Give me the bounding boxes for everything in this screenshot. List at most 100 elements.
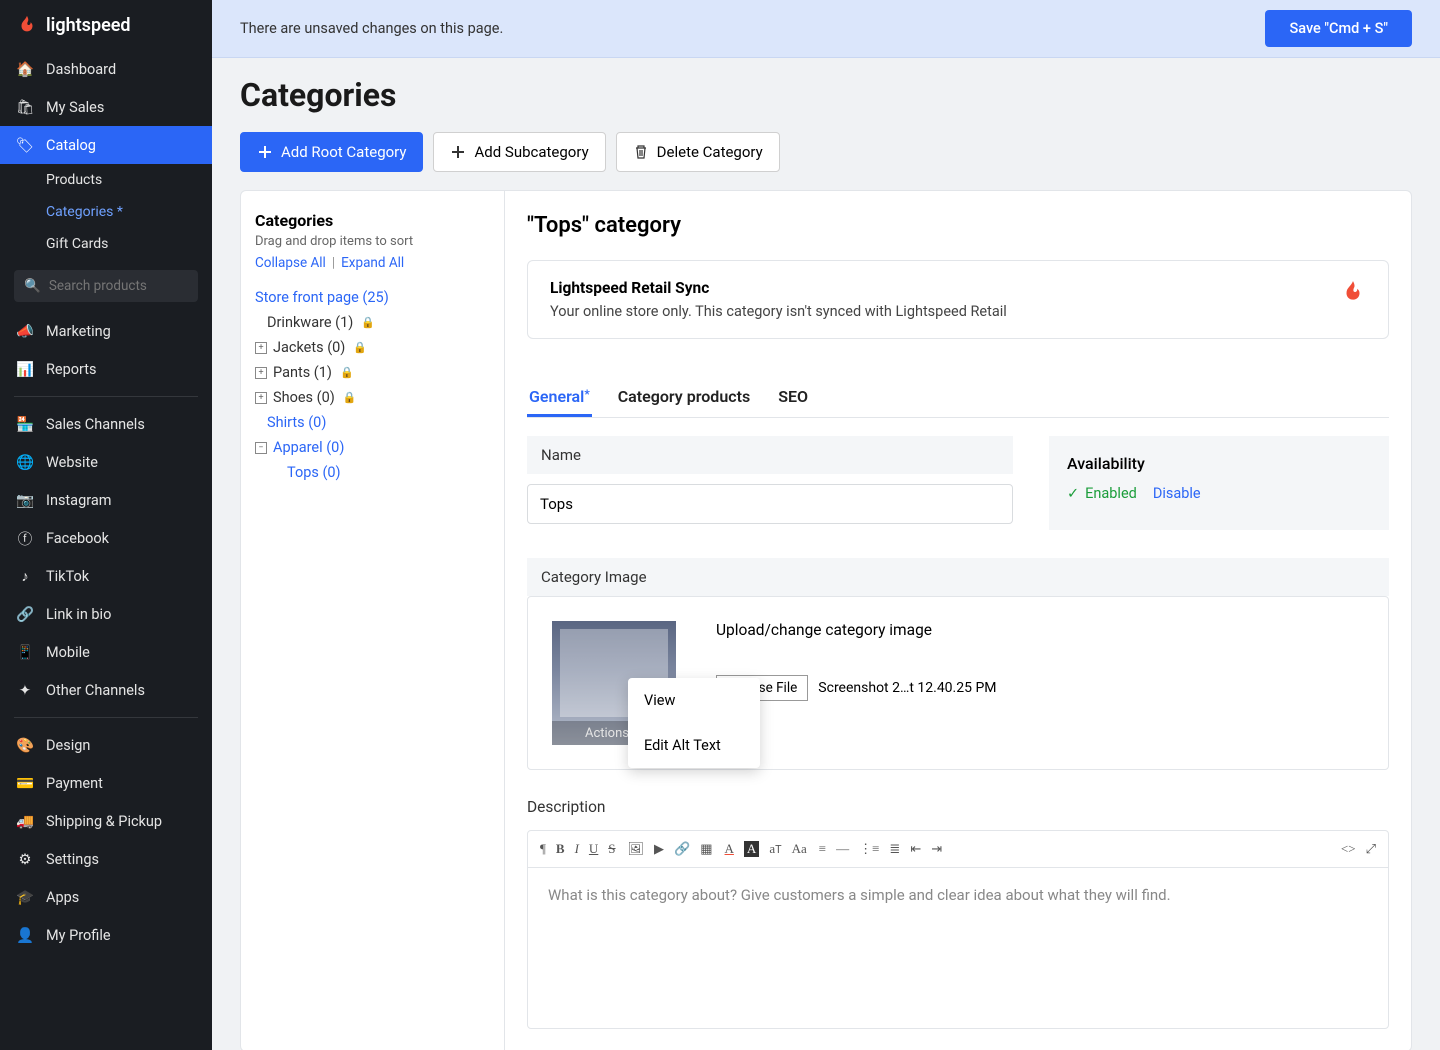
- nav-tiktok[interactable]: ♪TikTok: [0, 557, 212, 595]
- category-details: "Tops" category Lightspeed Retail Sync Y…: [505, 191, 1411, 1050]
- brand-logo: lightspeed: [0, 0, 212, 50]
- outdent-icon[interactable]: ⇤: [910, 841, 921, 857]
- tree-drinkware[interactable]: Drinkware (1)🔒: [255, 310, 490, 335]
- underline-icon[interactable]: U: [589, 841, 598, 857]
- tab-seo[interactable]: SEO: [776, 379, 810, 417]
- ol-icon[interactable]: ≣: [889, 841, 900, 857]
- highlight-icon[interactable]: A: [744, 841, 759, 857]
- add-root-button[interactable]: Add Root Category: [240, 132, 423, 172]
- link-icon[interactable]: 🔗: [674, 841, 690, 857]
- dropdown-view[interactable]: View: [628, 678, 760, 723]
- indent-icon[interactable]: ⇥: [931, 841, 942, 857]
- expand-all[interactable]: Expand All: [341, 255, 404, 271]
- sync-title: Lightspeed Retail Sync: [550, 279, 1007, 297]
- category-heading: "Tops" category: [527, 213, 1389, 238]
- description-section: Description ¶ B I U S 🖼: [527, 798, 1389, 1029]
- link-icon: 🔗: [16, 605, 34, 623]
- flame-icon: [16, 14, 38, 36]
- description-label: Description: [527, 798, 1389, 816]
- name-availability-row: Name Availability ✓ Enabled Disable: [527, 436, 1389, 530]
- tree-jackets[interactable]: +Jackets (0)🔒: [255, 335, 490, 360]
- home-icon: 🏠: [16, 60, 34, 78]
- search-input[interactable]: [49, 278, 226, 294]
- nav-linkinbio[interactable]: 🔗Link in bio: [0, 595, 212, 633]
- tree-pants[interactable]: +Pants (1)🔒: [255, 360, 490, 385]
- nav-instagram[interactable]: 📷Instagram: [0, 481, 212, 519]
- nav-sales-channels[interactable]: 🏪Sales Channels: [0, 405, 212, 443]
- ul-icon[interactable]: ⋮≡: [859, 841, 879, 857]
- nav-marketing[interactable]: 📣Marketing: [0, 312, 212, 350]
- nav-giftcards[interactable]: Gift Cards: [0, 228, 212, 260]
- save-button[interactable]: Save "Cmd + S": [1265, 10, 1412, 47]
- sync-text: Your online store only. This category is…: [550, 303, 1007, 320]
- strike-icon[interactable]: S: [608, 841, 615, 857]
- nav-reports[interactable]: 📊Reports: [0, 350, 212, 388]
- nav-categories[interactable]: Categories *: [0, 196, 212, 228]
- nav-website[interactable]: 🌐Website: [0, 443, 212, 481]
- italic-icon[interactable]: I: [575, 841, 579, 857]
- editor-toolbar: ¶ B I U S 🖼 ▶ 🔗 ▦: [528, 831, 1388, 868]
- pilcrow-icon[interactable]: ¶: [540, 841, 546, 857]
- image-icon[interactable]: 🖼: [628, 841, 645, 857]
- nav-design[interactable]: 🎨Design: [0, 726, 212, 764]
- fontsize-icon[interactable]: aT: [769, 841, 781, 857]
- code-icon[interactable]: <>: [1341, 841, 1356, 857]
- panel: Categories Drag and drop items to sort C…: [240, 190, 1412, 1050]
- tab-general[interactable]: General*: [527, 379, 592, 417]
- nav-facebook[interactable]: ⓕFacebook: [0, 519, 212, 557]
- nav-payment[interactable]: 💳Payment: [0, 764, 212, 802]
- image-label: Category Image: [527, 558, 1389, 596]
- check-icon: ✓: [1067, 485, 1079, 502]
- store-icon: 🏪: [16, 415, 34, 433]
- expand-icon[interactable]: +: [255, 392, 267, 404]
- tree-shoes[interactable]: +Shoes (0)🔒: [255, 385, 490, 410]
- nav-settings[interactable]: ⚙Settings: [0, 840, 212, 878]
- nav-mobile[interactable]: 📱Mobile: [0, 633, 212, 671]
- expand-icon[interactable]: +: [255, 367, 267, 379]
- lock-icon: 🔒: [361, 316, 375, 329]
- table-icon[interactable]: ▦: [700, 841, 712, 857]
- rich-editor: ¶ B I U S 🖼 ▶ 🔗 ▦: [527, 830, 1389, 1029]
- availability-status: ✓ Enabled Disable: [1067, 485, 1371, 502]
- nav-catalog[interactable]: 🏷Catalog: [0, 126, 212, 164]
- nav-dashboard[interactable]: 🏠Dashboard: [0, 50, 212, 88]
- tab-products[interactable]: Category products: [616, 379, 753, 417]
- fullscreen-icon[interactable]: ⤢: [1366, 841, 1376, 857]
- tree-store-front[interactable]: Store front page (25): [255, 285, 490, 310]
- add-sub-button[interactable]: Add Subcategory: [433, 132, 605, 172]
- tree-apparel[interactable]: −Apparel (0): [255, 435, 490, 460]
- nav-products[interactable]: Products: [0, 164, 212, 196]
- bold-icon[interactable]: B: [556, 841, 565, 857]
- align-icon[interactable]: ≡: [819, 841, 826, 857]
- case-icon[interactable]: Aa: [792, 841, 807, 857]
- plus-icon: [257, 144, 273, 160]
- tree-tops[interactable]: Tops (0): [255, 460, 490, 485]
- unsaved-banner: There are unsaved changes on this page. …: [212, 0, 1440, 58]
- search-box[interactable]: 🔍: [14, 270, 198, 302]
- nav-shipping[interactable]: 🚚Shipping & Pickup: [0, 802, 212, 840]
- brand-name: lightspeed: [46, 15, 131, 36]
- nav-other-channels[interactable]: ✦Other Channels: [0, 671, 212, 709]
- availability-title: Availability: [1067, 454, 1371, 473]
- disable-link[interactable]: Disable: [1153, 485, 1201, 502]
- nav-mysales[interactable]: 🛍My Sales: [0, 88, 212, 126]
- textcolor-icon[interactable]: A: [725, 841, 734, 857]
- video-icon[interactable]: ▶: [654, 841, 664, 857]
- hr-icon[interactable]: —: [836, 841, 849, 857]
- trash-icon: [633, 144, 649, 160]
- name-input[interactable]: [527, 484, 1013, 524]
- dropdown-edit-alt[interactable]: Edit Alt Text: [628, 723, 760, 768]
- editor-body[interactable]: What is this category about? Give custom…: [528, 868, 1388, 1028]
- enabled-label: Enabled: [1085, 485, 1137, 502]
- collapse-all[interactable]: Collapse All: [255, 255, 326, 271]
- availability-box: Availability ✓ Enabled Disable: [1049, 436, 1389, 530]
- collapse-icon[interactable]: −: [255, 442, 267, 454]
- delete-button[interactable]: Delete Category: [616, 132, 780, 172]
- nav-profile[interactable]: 👤My Profile: [0, 916, 212, 954]
- upload-side: Upload/change category image Choose File…: [716, 621, 1364, 701]
- tree-shirts[interactable]: Shirts (0): [255, 410, 490, 435]
- expand-icon[interactable]: +: [255, 342, 267, 354]
- page-title: Categories: [240, 76, 1412, 114]
- tree-hint: Drag and drop items to sort: [255, 234, 490, 249]
- nav-apps[interactable]: 🎓Apps: [0, 878, 212, 916]
